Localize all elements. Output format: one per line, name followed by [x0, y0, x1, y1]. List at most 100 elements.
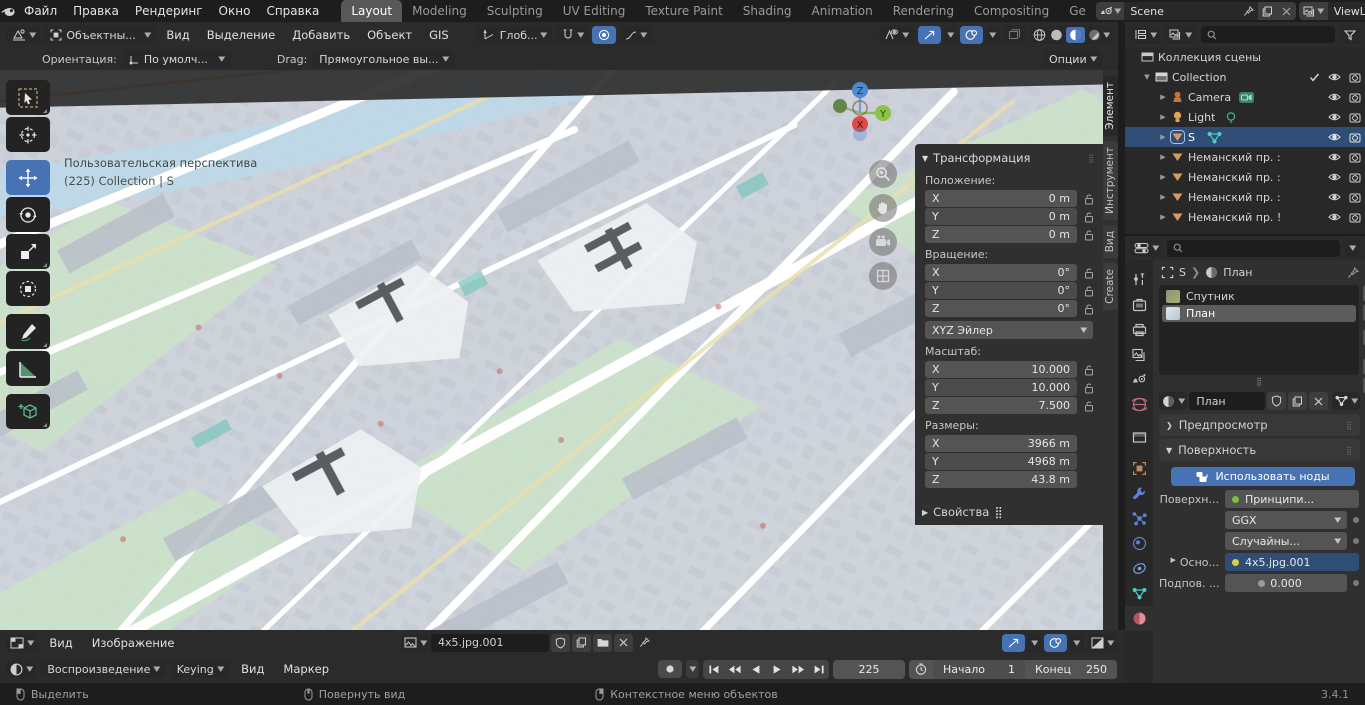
tab-material[interactable]: [1125, 606, 1153, 631]
dimensions-y-field[interactable]: Y 4968 m: [925, 453, 1077, 470]
delete-scene-icon[interactable]: [1277, 2, 1296, 20]
use-nodes-button[interactable]: Использовать ноды: [1171, 467, 1355, 486]
visibility-eye-icon[interactable]: [1328, 192, 1341, 202]
open-image-icon[interactable]: [593, 634, 612, 652]
expand-triangle-icon[interactable]: ▼: [1139, 73, 1155, 81]
tab-scene[interactable]: [1125, 367, 1153, 392]
frame-end-field[interactable]: Конец 250: [1025, 660, 1117, 679]
expand-triangle-icon[interactable]: ▶: [1155, 133, 1171, 141]
previous-keyframe-button[interactable]: [724, 660, 745, 679]
material-preview-shading-icon[interactable]: [1066, 27, 1085, 43]
material-data-icon[interactable]: ▼: [1332, 392, 1360, 410]
fake-user-shield-icon[interactable]: [551, 634, 570, 652]
section-surface[interactable]: ▼ Поверхность ⣿: [1159, 439, 1360, 461]
properties-search-input[interactable]: [1167, 240, 1339, 257]
visibility-eye-icon[interactable]: [1328, 72, 1341, 82]
measure-tool[interactable]: [6, 351, 50, 386]
render-camera-icon[interactable]: [1349, 152, 1361, 163]
rotation-y-field[interactable]: Y 0°: [925, 282, 1077, 299]
sidebar-tab-view[interactable]: Вид: [1103, 225, 1118, 258]
lock-icon[interactable]: [1082, 211, 1095, 223]
orientation-selector[interactable]: По умолч... ▼: [123, 50, 231, 68]
scale-x-field[interactable]: X 10.000: [925, 361, 1077, 378]
lock-icon[interactable]: [1082, 400, 1095, 412]
tab-physics[interactable]: [1125, 531, 1153, 556]
tab-view-layer[interactable]: [1125, 342, 1153, 367]
scene-name[interactable]: Scene: [1124, 5, 1239, 18]
pin-id-icon[interactable]: [1347, 267, 1359, 279]
image-overlays-toggle[interactable]: [1044, 634, 1067, 652]
rotate-tool[interactable]: [6, 197, 50, 232]
visibility-eye-icon[interactable]: [1328, 212, 1341, 222]
annotate-tool[interactable]: [6, 314, 50, 349]
3d-viewport[interactable]: Пользовательская перспектива (225) Colle…: [0, 70, 1103, 630]
play-reverse-button[interactable]: [745, 660, 766, 679]
tab-object-data[interactable]: [1125, 581, 1153, 606]
slot-list-resize-grip[interactable]: ⣿: [1153, 377, 1365, 386]
panel-grip-icon[interactable]: ⣿: [994, 505, 1002, 519]
scene-selector[interactable]: ▼ Scene: [1096, 2, 1296, 20]
image-display-channels-selector[interactable]: ▼: [1087, 634, 1117, 652]
frame-start-field[interactable]: Начало 1: [933, 660, 1025, 679]
image-name-field[interactable]: 4x5.jpg.001: [431, 634, 549, 652]
location-x-field[interactable]: X 0 m: [925, 190, 1077, 207]
browse-material-icon[interactable]: ▼: [1159, 392, 1187, 410]
rotation-mode-selector[interactable]: XYZ Эйлер ▼: [925, 321, 1093, 339]
scale-y-field[interactable]: Y 10.000: [925, 379, 1077, 396]
camera-data-icon[interactable]: [1238, 91, 1255, 104]
workspace-tab-layout[interactable]: Layout: [341, 0, 402, 22]
surface-shader-value[interactable]: Принципи...: [1225, 490, 1359, 508]
snap-toggle[interactable]: ▼: [556, 26, 589, 44]
unlink-image-icon[interactable]: [614, 634, 633, 652]
pin-scene-icon[interactable]: [1239, 2, 1258, 20]
rendered-shading-icon[interactable]: [1087, 28, 1102, 42]
playback-menu[interactable]: Воспроизведение ▼: [41, 660, 165, 678]
rotation-z-field[interactable]: Z 0°: [925, 300, 1077, 317]
lock-icon[interactable]: [1082, 303, 1095, 315]
dimensions-x-field[interactable]: X 3966 m: [925, 435, 1077, 452]
workspace-tab-animation[interactable]: Animation: [802, 0, 883, 22]
image-gizmo-options[interactable]: ▼: [1028, 634, 1041, 652]
lock-icon[interactable]: [1082, 229, 1095, 241]
dimensions-z-field[interactable]: Z 43.8 m: [925, 471, 1077, 488]
tab-modifiers[interactable]: [1125, 481, 1153, 506]
image-overlay-options[interactable]: ▼: [1070, 634, 1083, 652]
proportional-edit-toggle[interactable]: [592, 26, 616, 44]
material-slot-plan[interactable]: План: [1162, 305, 1356, 322]
scale-tool[interactable]: [6, 234, 50, 269]
tool-expand-corner[interactable]: [43, 109, 47, 113]
image-menu-image[interactable]: Изображение: [85, 634, 182, 652]
tab-object[interactable]: [1125, 456, 1153, 481]
tool-expand-corner[interactable]: [43, 343, 47, 347]
location-y-field[interactable]: Y 0 m: [925, 208, 1077, 225]
workspace-tab-shading[interactable]: Shading: [733, 0, 802, 22]
panel-grip-icon[interactable]: ⣿: [1346, 446, 1353, 455]
sidebar-tab-item[interactable]: Элемент: [1103, 76, 1118, 136]
outliner-row-mesh-3[interactable]: ▶ Неманский пр. :: [1125, 187, 1365, 207]
visibility-eye-icon[interactable]: [1328, 132, 1341, 142]
lock-icon[interactable]: [1082, 382, 1095, 394]
pin-image-icon[interactable]: [635, 634, 654, 652]
mesh-data-icon[interactable]: [1207, 131, 1222, 144]
timeline-menu-view[interactable]: Вид: [234, 660, 271, 678]
workspace-tab-compositing[interactable]: Compositing: [964, 0, 1059, 22]
tab-output[interactable]: [1125, 317, 1153, 342]
transform-tool[interactable]: [6, 271, 50, 306]
workspace-tab-rendering[interactable]: Rendering: [883, 0, 964, 22]
properties-options-chevron[interactable]: ▼: [1345, 239, 1360, 257]
checkbox-icon[interactable]: [1309, 72, 1320, 83]
gizmo-toggle[interactable]: [918, 26, 941, 44]
render-camera-icon[interactable]: [1349, 72, 1361, 83]
viewlayer-icon[interactable]: ▼: [1299, 2, 1327, 20]
section-preview[interactable]: ❯ Предпросмотр ⣿: [1159, 414, 1360, 436]
tool-expand-corner[interactable]: [43, 423, 47, 427]
visibility-eye-icon[interactable]: [1328, 152, 1341, 162]
shading-mode-group[interactable]: ▼: [1029, 26, 1112, 44]
render-camera-icon[interactable]: [1349, 172, 1361, 183]
workspace-tab-texture-paint[interactable]: Texture Paint: [635, 0, 732, 22]
expand-triangle-icon[interactable]: ▶: [1155, 153, 1171, 161]
outliner-editor-type-selector[interactable]: ▼: [1130, 26, 1160, 44]
outliner-row-object-s[interactable]: ▶ S: [1125, 127, 1365, 147]
animate-property-dot[interactable]: [1353, 580, 1359, 586]
outliner-row-mesh-1[interactable]: ▶ Неманский пр. :: [1125, 147, 1365, 167]
